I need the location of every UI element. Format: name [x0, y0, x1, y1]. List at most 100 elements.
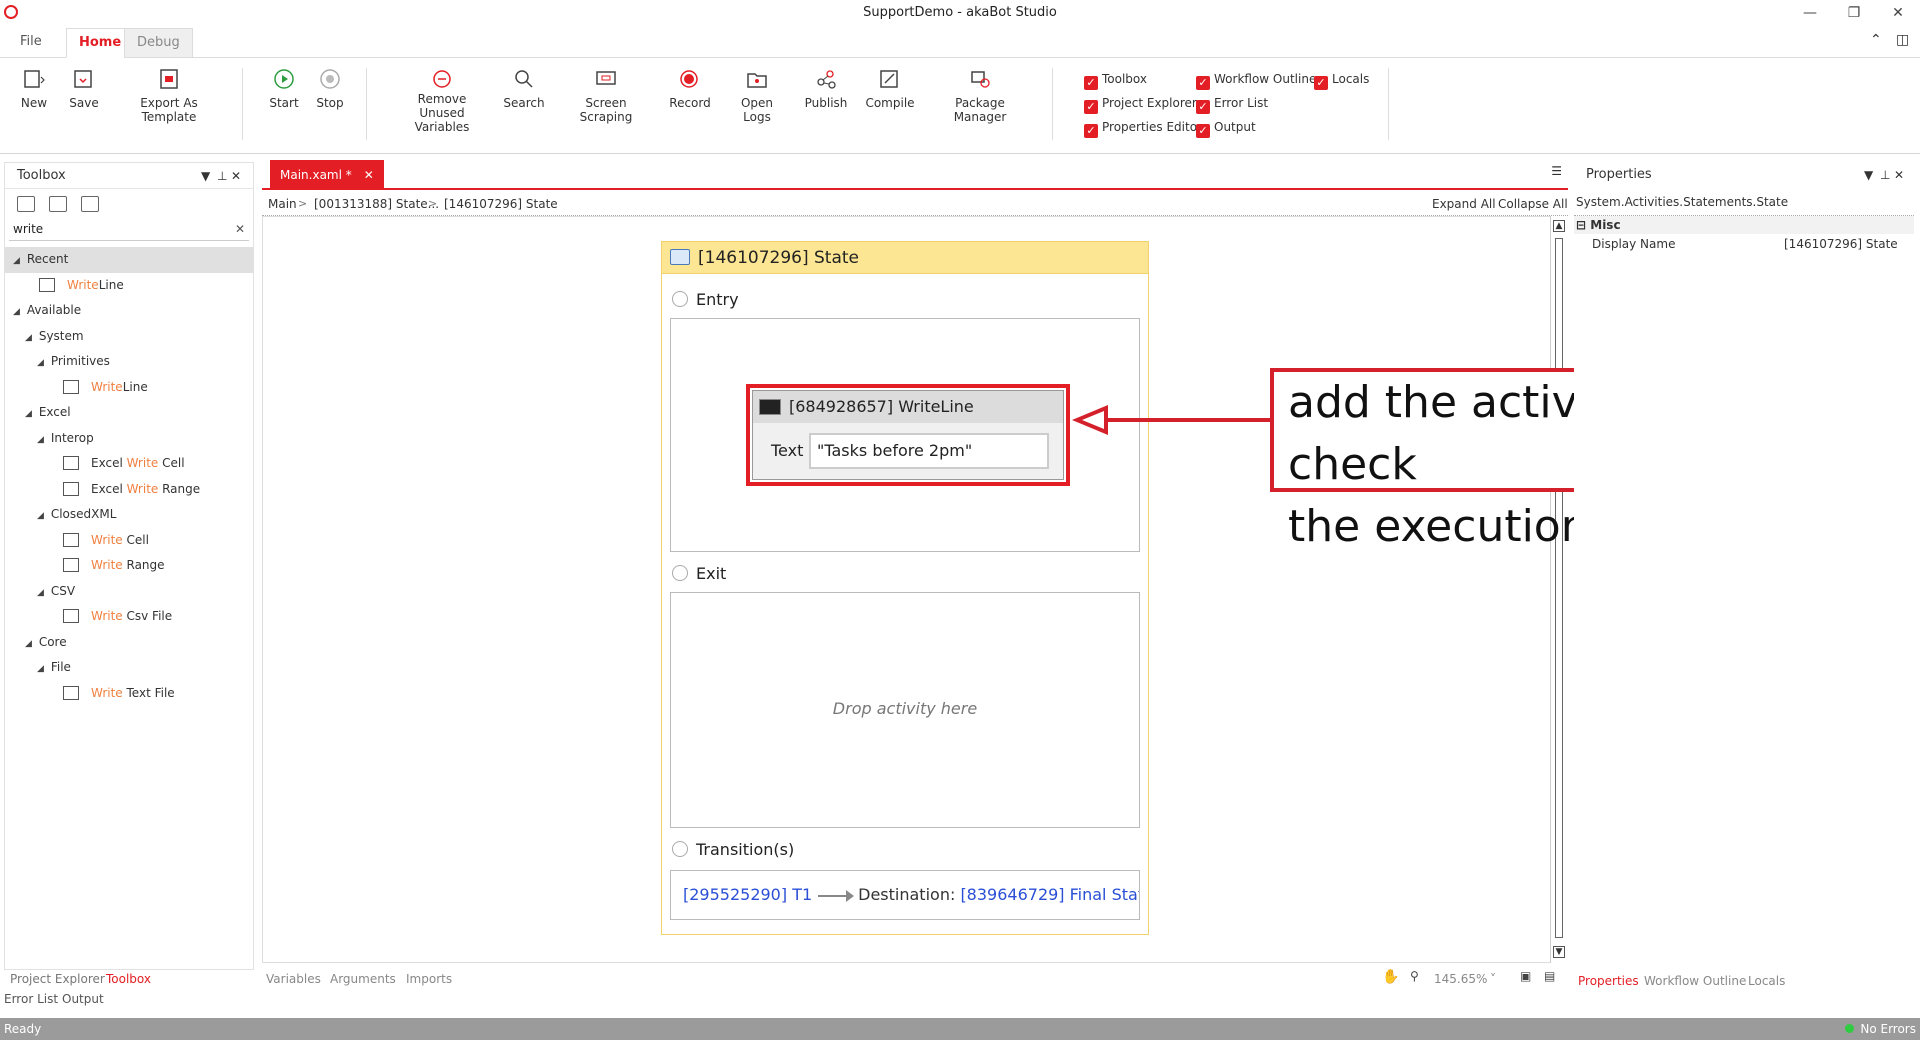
compile-button[interactable]: Compile — [864, 68, 916, 110]
tree-item-excel-write-cell[interactable]: Excel Write Cell — [5, 451, 253, 477]
transition-row[interactable]: [295525290] T1 Destination: [839646729] F… — [670, 870, 1140, 920]
tab-workflow-outline[interactable]: Workflow Outline — [1644, 974, 1746, 988]
writeline-text-input[interactable]: "Tasks before 2pm" — [809, 433, 1049, 469]
properties-category[interactable]: ⊟ Misc — [1574, 216, 1914, 234]
display-name-value[interactable]: [146107296] State — [1784, 234, 1898, 254]
tree-category-available[interactable]: ◢ Available — [5, 298, 253, 324]
state-activity[interactable]: [146107296] State Entry Exit Drop activi… — [661, 241, 1149, 935]
tree-item-excel-write-range[interactable]: Excel Write Range — [5, 477, 253, 503]
breadcrumb-item[interactable]: [001313188] State... — [314, 197, 439, 211]
toggle-project-explorer[interactable]: ✓ Project Explorer — [1084, 94, 1197, 114]
zoom-icon[interactable]: ⚲ — [1410, 969, 1419, 983]
scrollbar-thumb[interactable] — [1555, 238, 1563, 938]
tab-properties[interactable]: Properties — [1578, 974, 1639, 988]
tree-item-writeline[interactable]: WriteLine — [5, 375, 253, 401]
tree-item-writeline-recent[interactable]: WriteLine — [5, 273, 253, 299]
scroll-down-icon[interactable]: ▼ — [1553, 946, 1565, 958]
record-button[interactable]: Record — [668, 68, 712, 110]
tree-item-write-cell[interactable]: Write Cell — [5, 528, 253, 554]
start-button[interactable]: Start — [266, 68, 302, 110]
screen-scraping-button[interactable]: Screen Scraping — [562, 68, 650, 124]
tab-error-list[interactable]: Error List — [4, 992, 58, 1006]
close-panel-icon[interactable]: ✕ — [231, 163, 241, 189]
tree-item-write-text-file[interactable]: Write Text File — [5, 681, 253, 707]
tab-arguments[interactable]: Arguments — [330, 972, 396, 986]
tab-toolbox[interactable]: Toolbox — [106, 972, 151, 986]
new-button[interactable]: New — [16, 68, 52, 110]
close-tab-icon[interactable]: ✕ — [364, 168, 374, 182]
collapse-all-link[interactable]: Collapse All — [1498, 197, 1568, 211]
tab-overflow-icon[interactable]: ☰ — [1551, 164, 1562, 178]
zoom-dropdown-icon[interactable]: ˅ — [1490, 972, 1496, 986]
tree-item-write-range[interactable]: Write Range — [5, 553, 253, 579]
tree-item-write-csv-file[interactable]: Write Csv File — [5, 604, 253, 630]
fit-to-screen-icon[interactable]: ▣ — [1520, 969, 1531, 983]
search-button[interactable]: Search — [502, 68, 546, 110]
stop-button[interactable]: Stop — [312, 68, 348, 110]
tree-category-closedxml[interactable]: ◢ ClosedXML — [5, 502, 253, 528]
tree-category-primitives[interactable]: ◢ Primitives — [5, 349, 253, 375]
toggle-locals[interactable]: ✓ Locals — [1314, 70, 1369, 90]
pan-hand-icon[interactable]: ✋ — [1382, 969, 1399, 985]
tree-category-excel[interactable]: ◢ Excel — [5, 400, 253, 426]
tab-file[interactable]: File — [8, 28, 54, 58]
zoom-level[interactable]: 145.65% — [1434, 972, 1487, 986]
expand-all-icon[interactable] — [17, 196, 35, 212]
minimize-icon[interactable]: — — [1790, 2, 1830, 24]
remove-unused-variables-button[interactable]: Remove Unused Variables — [394, 68, 490, 134]
writeline-header[interactable]: [684928657] WriteLine — [753, 391, 1063, 423]
toggle-toolbox[interactable]: ✓ Toolbox — [1084, 70, 1147, 90]
restore-icon[interactable]: ❐ — [1834, 2, 1874, 24]
feedback-icon[interactable]: ◫ — [1896, 32, 1909, 48]
export-template-button[interactable]: Export As Template — [114, 68, 224, 124]
toolbox-search-input[interactable]: write ✕ — [9, 219, 249, 241]
csv-file-icon — [63, 609, 79, 623]
screen-scraping-icon — [596, 71, 616, 85]
tree-category-recent[interactable]: ◢ Recent — [5, 247, 253, 273]
expand-all-link[interactable]: Expand All — [1432, 197, 1496, 211]
breadcrumb: Main > [001313188] State... > [146107296… — [262, 192, 1568, 216]
close-panel-icon[interactable]: ✕ — [1894, 162, 1904, 188]
toggle-output[interactable]: ✓ Output — [1196, 118, 1256, 138]
writeline-activity[interactable]: [684928657] WriteLine Text "Tasks before… — [752, 390, 1064, 480]
tab-locals[interactable]: Locals — [1748, 974, 1785, 988]
scroll-up-icon[interactable]: ▲ — [1553, 220, 1565, 232]
toggle-error-list[interactable]: ✓ Error List — [1196, 94, 1268, 114]
state-header[interactable]: [146107296] State — [662, 242, 1148, 274]
clear-search-icon[interactable]: ✕ — [235, 219, 245, 239]
toggle-properties-editor[interactable]: ✓ Properties Editor — [1084, 118, 1202, 138]
tab-debug[interactable]: Debug — [124, 28, 193, 58]
breadcrumb-item[interactable]: [146107296] State — [444, 197, 558, 211]
dropdown-icon[interactable]: ▼ — [201, 163, 210, 189]
close-icon[interactable]: ✕ — [1878, 2, 1918, 24]
package-manager-button[interactable]: Package Manager — [932, 68, 1028, 124]
dropdown-icon[interactable]: ▼ — [1864, 162, 1873, 188]
tree-category-system[interactable]: ◢ System — [5, 324, 253, 350]
save-button[interactable]: Save — [66, 68, 102, 110]
pin-icon[interactable]: ⊥ — [1880, 162, 1890, 188]
tree-category-core[interactable]: ◢ Core — [5, 630, 253, 656]
tree-category-csv[interactable]: ◢ CSV — [5, 579, 253, 605]
pin-icon[interactable]: ⊥ — [217, 163, 227, 189]
tree-category-interop[interactable]: ◢ Interop — [5, 426, 253, 452]
toggle-workflow-outline[interactable]: ✓ Workflow Outline — [1196, 70, 1316, 90]
exit-drop-area[interactable]: Drop activity here — [670, 592, 1140, 828]
open-logs-button[interactable]: Open Logs — [726, 68, 788, 124]
tab-main-xaml[interactable]: Main.xaml * ✕ — [270, 160, 384, 190]
breadcrumb-item[interactable]: Main — [268, 197, 297, 211]
publish-button[interactable]: Publish — [804, 68, 848, 110]
collapse-all-icon[interactable] — [49, 196, 67, 212]
tree-category-file[interactable]: ◢ File — [5, 655, 253, 681]
tab-project-explorer[interactable]: Project Explorer — [10, 972, 105, 986]
tab-variables[interactable]: Variables — [266, 972, 321, 986]
destination-link[interactable]: [839646729] Final State — [960, 885, 1139, 904]
transition-link[interactable]: [295525290] T1 — [683, 885, 812, 904]
tab-output[interactable]: Output — [62, 992, 104, 1006]
overview-icon[interactable]: ▤ — [1544, 969, 1555, 983]
property-row-display-name[interactable]: Display Name [146107296] State — [1574, 234, 1914, 254]
collapse-category-icon[interactable]: ⊟ — [1576, 218, 1586, 232]
tab-imports[interactable]: Imports — [406, 972, 452, 986]
collapse-ribbon-icon[interactable]: ⌃ — [1870, 32, 1882, 48]
list-view-icon[interactable] — [81, 196, 99, 212]
canvas-vertical-scrollbar[interactable]: ▲ ▼ — [1550, 216, 1566, 963]
